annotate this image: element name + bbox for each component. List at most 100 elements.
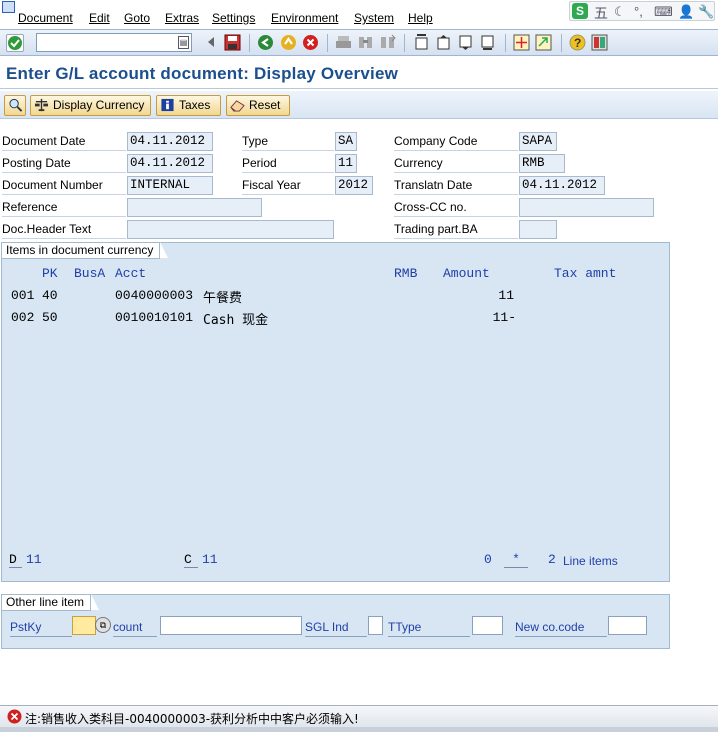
status-message: 注:销售收入类科目-0040000003-获利分析中中客户必须输入! [25, 712, 359, 726]
period-field[interactable]: 11 [335, 154, 357, 173]
new-cocode-input[interactable] [608, 616, 647, 635]
command-field[interactable]: ▤ [36, 33, 192, 52]
standard-toolbar: ▤ ? [0, 29, 718, 56]
company-code-label: Company Code [394, 132, 518, 151]
document-date-label: Document Date [2, 132, 126, 151]
display-currency-button[interactable]: Display Currency [30, 95, 151, 116]
exit-icon[interactable] [280, 34, 298, 52]
collapse-arrow-icon[interactable] [203, 34, 221, 52]
keyboard-icon[interactable]: ⌨ [654, 4, 673, 20]
line-item-count: 2 [548, 552, 556, 567]
enter-check-icon[interactable] [6, 34, 24, 52]
debit-total: 11 [26, 552, 42, 567]
menu-goto[interactable]: Goto [124, 11, 150, 25]
taxes-button[interactable]: Taxes [156, 95, 221, 116]
doc-header-text-field[interactable] [127, 220, 334, 239]
ime-mode-icon[interactable]: 五 [594, 3, 608, 23]
status-bar[interactable]: 注:销售收入类科目-0040000003-获利分析中中客户必须输入! [0, 705, 718, 727]
document-date-field[interactable]: 04.11.2012 [127, 132, 213, 151]
reset-label: Reset [249, 98, 281, 112]
row-line-number: 001 [11, 288, 35, 303]
title-divider [0, 88, 718, 89]
svg-text:?: ? [574, 36, 581, 50]
menu-document[interactable]: Document [18, 11, 73, 25]
account-label: count [113, 618, 157, 637]
translatn-date-field[interactable]: 04.11.2012 [519, 176, 605, 195]
find-next-icon[interactable] [379, 34, 397, 52]
new-session-icon[interactable] [513, 34, 531, 52]
trading-part-field[interactable] [519, 220, 557, 239]
type-field[interactable]: SA [335, 132, 357, 151]
menu-help[interactable]: Help [408, 11, 433, 25]
items-group-title: Items in document currency [2, 242, 169, 259]
moon-icon[interactable]: ☾ [614, 4, 626, 20]
application-toolbar: Display Currency Taxes Reset [0, 91, 718, 119]
display-currency-label: Display Currency [53, 98, 145, 112]
currency-field[interactable]: RMB [519, 154, 565, 173]
command-input[interactable] [37, 34, 177, 51]
posting-date-field[interactable]: 04.11.2012 [127, 154, 213, 173]
print-icon[interactable] [335, 34, 353, 52]
system-menu-icon[interactable] [2, 1, 15, 13]
find-icon[interactable] [357, 34, 375, 52]
cross-cc-label: Cross-CC no. [394, 198, 518, 217]
first-page-icon[interactable] [413, 34, 431, 52]
credit-total: 11 [202, 552, 218, 567]
document-number-field[interactable]: INTERNAL [127, 176, 213, 195]
reference-label: Reference [2, 198, 126, 217]
magnifier-icon [9, 98, 23, 112]
customize-layout-icon[interactable] [591, 34, 609, 52]
menu-system[interactable]: System [354, 11, 394, 25]
row-text: Cash 现金 [203, 313, 269, 328]
row-pk: 50 [42, 310, 58, 325]
menu-settings[interactable]: Settings [212, 11, 255, 25]
col-acct: Acct [115, 266, 147, 281]
sgl-ind-input[interactable] [368, 616, 383, 635]
col-busa: BusA [74, 266, 106, 281]
period-label: Period [242, 154, 334, 173]
save-icon[interactable] [224, 34, 242, 52]
row-text: 午餐费 [203, 291, 243, 306]
reset-button[interactable]: Reset [226, 95, 290, 116]
display-document-button[interactable] [4, 95, 26, 116]
ttype-input[interactable] [472, 616, 503, 635]
balance-indicator: * [504, 552, 528, 568]
possible-entries-icon[interactable]: ⧉ [95, 617, 111, 633]
other-line-item-title: Other line item [2, 594, 100, 611]
menu-environment[interactable]: Environment [271, 11, 338, 25]
row-acct: 0010010101 [115, 310, 194, 325]
next-page-icon[interactable] [457, 34, 475, 52]
balance-scale-icon [34, 98, 49, 112]
reference-field[interactable] [127, 198, 262, 217]
fiscal-year-label: Fiscal Year [242, 176, 334, 195]
document-number-label: Document Number [2, 176, 126, 195]
fiscal-year-field[interactable]: 2012 [335, 176, 373, 195]
pstky-input[interactable] [72, 616, 96, 635]
ime-logo-icon[interactable]: S [572, 3, 588, 19]
balance-value: 0 [484, 552, 492, 567]
menu-edit[interactable]: Edit [89, 11, 110, 25]
wrench-icon[interactable]: 🔧 [698, 4, 714, 20]
row-amount: 11 [498, 288, 514, 303]
punctuation-icon[interactable]: °, [634, 4, 643, 19]
sgl-ind-label: SGL Ind [305, 618, 367, 637]
previous-page-icon[interactable] [435, 34, 453, 52]
help-icon[interactable]: ? [569, 34, 587, 52]
back-icon[interactable] [257, 34, 275, 52]
trading-part-label: Trading part.BA [394, 220, 518, 239]
user-icon[interactable]: 👤 [678, 4, 694, 20]
company-code-field[interactable]: SAPA [519, 132, 557, 151]
last-page-icon[interactable] [479, 34, 497, 52]
menu-extras[interactable]: Extras [165, 11, 199, 25]
info-icon [161, 98, 174, 112]
shortcut-icon[interactable] [535, 34, 553, 52]
cancel-icon[interactable] [302, 34, 320, 52]
type-label: Type [242, 132, 334, 151]
command-history-icon[interactable]: ▤ [178, 36, 189, 49]
account-input[interactable] [160, 616, 302, 635]
line-items-label: Line items [563, 554, 618, 568]
col-currency: RMB [394, 266, 418, 281]
eraser-icon [230, 100, 245, 112]
cross-cc-field[interactable] [519, 198, 654, 217]
ime-toolbar[interactable]: S 五 ☾ °, ⌨ 👤 🔧 [569, 1, 715, 21]
